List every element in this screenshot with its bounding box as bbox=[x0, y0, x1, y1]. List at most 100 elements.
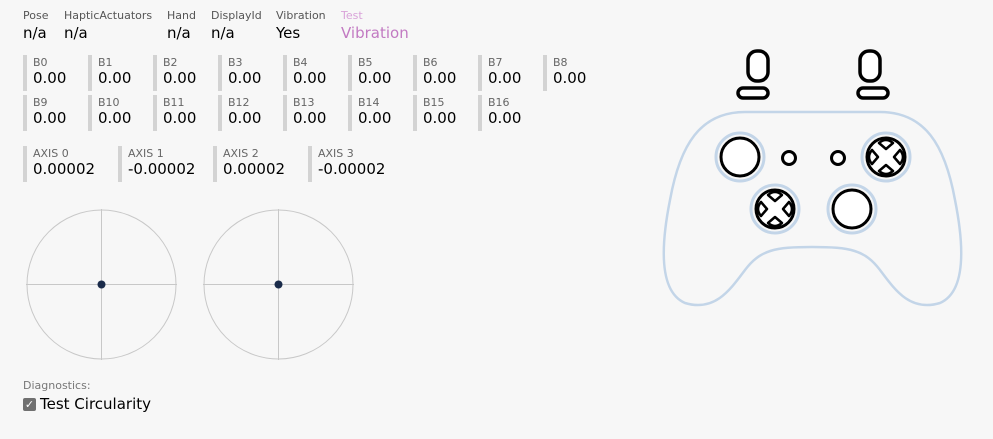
right-stick-plot bbox=[203, 209, 354, 360]
left-stick-icon bbox=[719, 136, 761, 178]
gamepad-diagram bbox=[662, 49, 963, 307]
button-box-b8: B8 0.00 bbox=[543, 55, 586, 91]
button-value: 0.00 bbox=[488, 109, 522, 127]
button-box-b6: B6 0.00 bbox=[413, 55, 456, 91]
axis-label: AXIS 1 bbox=[128, 147, 164, 160]
vibration-value: Yes bbox=[276, 24, 301, 42]
button-box-b12: B12 0.00 bbox=[218, 95, 261, 131]
button-label: B13 bbox=[293, 96, 315, 109]
button-box-b16: B16 0.00 bbox=[478, 95, 521, 131]
button-box-b1: B1 0.00 bbox=[88, 55, 131, 91]
button-value: 0.00 bbox=[228, 69, 262, 87]
button-value: 0.00 bbox=[228, 109, 262, 127]
button-value: 0.00 bbox=[423, 69, 457, 87]
axis-label: AXIS 3 bbox=[318, 147, 354, 160]
button-box-b14: B14 0.00 bbox=[348, 95, 391, 131]
button-label: B4 bbox=[293, 56, 308, 69]
pose-field: Pose n/a bbox=[23, 9, 48, 43]
display-id-value: n/a bbox=[211, 24, 235, 42]
button-label: B5 bbox=[358, 56, 373, 69]
start-button-icon bbox=[830, 150, 846, 166]
vibration-key: Vibration bbox=[276, 9, 326, 22]
test-circularity-label[interactable]: Test Circularity bbox=[40, 395, 151, 413]
button-value: 0.00 bbox=[163, 69, 197, 87]
button-value: 0.00 bbox=[358, 109, 392, 127]
right-bumper-icon bbox=[856, 86, 890, 100]
axis-box-2: AXIS 2 0.00002 bbox=[213, 146, 285, 182]
button-box-b0: B0 0.00 bbox=[23, 55, 66, 91]
button-value: 0.00 bbox=[293, 109, 327, 127]
right-stick-dot bbox=[274, 280, 283, 289]
axis-box-0: AXIS 0 0.00002 bbox=[23, 146, 95, 182]
haptic-actuators-field: HapticActuators n/a bbox=[64, 9, 152, 43]
axis-value: -0.00002 bbox=[128, 160, 196, 178]
test-vibration-button[interactable]: Vibration bbox=[341, 23, 409, 43]
test-vibration-field[interactable]: Test Vibration bbox=[341, 9, 409, 43]
left-bumper-icon bbox=[736, 86, 770, 100]
button-label: B11 bbox=[163, 96, 185, 109]
axis-value: 0.00002 bbox=[223, 160, 286, 178]
left-stick-dot bbox=[97, 280, 106, 289]
button-label: B14 bbox=[358, 96, 380, 109]
button-box-b9: B9 0.00 bbox=[23, 95, 66, 131]
axis-value: -0.00002 bbox=[318, 160, 386, 178]
button-label: B0 bbox=[33, 56, 48, 69]
button-box-b15: B15 0.00 bbox=[413, 95, 456, 131]
button-value: 0.00 bbox=[98, 69, 132, 87]
button-label: B6 bbox=[423, 56, 438, 69]
pose-value: n/a bbox=[23, 24, 47, 42]
axis-box-3: AXIS 3 -0.00002 bbox=[308, 146, 385, 182]
button-box-b3: B3 0.00 bbox=[218, 55, 261, 91]
button-box-b4: B4 0.00 bbox=[283, 55, 326, 91]
button-box-b2: B2 0.00 bbox=[153, 55, 196, 91]
button-box-b11: B11 0.00 bbox=[153, 95, 196, 131]
axis-label: AXIS 0 bbox=[33, 147, 69, 160]
haptic-actuators-key: HapticActuators bbox=[64, 9, 153, 22]
button-box-b13: B13 0.00 bbox=[283, 95, 326, 131]
button-label: B1 bbox=[98, 56, 113, 69]
button-value: 0.00 bbox=[423, 109, 457, 127]
select-button-icon bbox=[781, 150, 797, 166]
button-label: B8 bbox=[553, 56, 568, 69]
button-label: B16 bbox=[488, 96, 510, 109]
diagnostics-label: Diagnostics: bbox=[23, 379, 91, 392]
button-value: 0.00 bbox=[488, 69, 522, 87]
button-label: B2 bbox=[163, 56, 178, 69]
diagnostics-section: Diagnostics: ✓ Test Circularity bbox=[23, 379, 151, 413]
button-box-b10: B10 0.00 bbox=[88, 95, 131, 131]
button-value: 0.00 bbox=[33, 69, 67, 87]
button-label: B12 bbox=[228, 96, 250, 109]
right-stick-icon bbox=[831, 188, 873, 230]
button-label: B10 bbox=[98, 96, 120, 109]
hand-value: n/a bbox=[167, 24, 191, 42]
haptic-actuators-value: n/a bbox=[64, 24, 88, 42]
button-value: 0.00 bbox=[553, 69, 587, 87]
left-stick-plot bbox=[26, 209, 177, 360]
test-circularity-row[interactable]: ✓ Test Circularity bbox=[23, 395, 151, 413]
button-value: 0.00 bbox=[293, 69, 327, 87]
button-box-b5: B5 0.00 bbox=[348, 55, 391, 91]
left-trigger-icon bbox=[746, 49, 770, 83]
button-value: 0.00 bbox=[358, 69, 392, 87]
axis-box-1: AXIS 1 -0.00002 bbox=[118, 146, 195, 182]
button-label: B3 bbox=[228, 56, 243, 69]
pose-key: Pose bbox=[23, 9, 49, 22]
display-id-key: DisplayId bbox=[211, 9, 262, 22]
gamepad-body-outline bbox=[662, 110, 963, 307]
hand-field: Hand n/a bbox=[167, 9, 196, 43]
button-box-b7: B7 0.00 bbox=[478, 55, 521, 91]
button-label: B15 bbox=[423, 96, 445, 109]
vibration-field: Vibration Yes bbox=[276, 9, 326, 43]
test-key: Test bbox=[341, 9, 363, 22]
hand-key: Hand bbox=[167, 9, 196, 22]
button-value: 0.00 bbox=[98, 109, 132, 127]
test-circularity-checkbox[interactable]: ✓ bbox=[23, 397, 36, 411]
button-value: 0.00 bbox=[33, 109, 67, 127]
right-trigger-icon bbox=[858, 49, 882, 83]
button-value: 0.00 bbox=[163, 109, 197, 127]
display-id-field: DisplayId n/a bbox=[211, 9, 262, 43]
axis-value: 0.00002 bbox=[33, 160, 96, 178]
button-label: B9 bbox=[33, 96, 48, 109]
button-label: B7 bbox=[488, 56, 503, 69]
axis-label: AXIS 2 bbox=[223, 147, 259, 160]
